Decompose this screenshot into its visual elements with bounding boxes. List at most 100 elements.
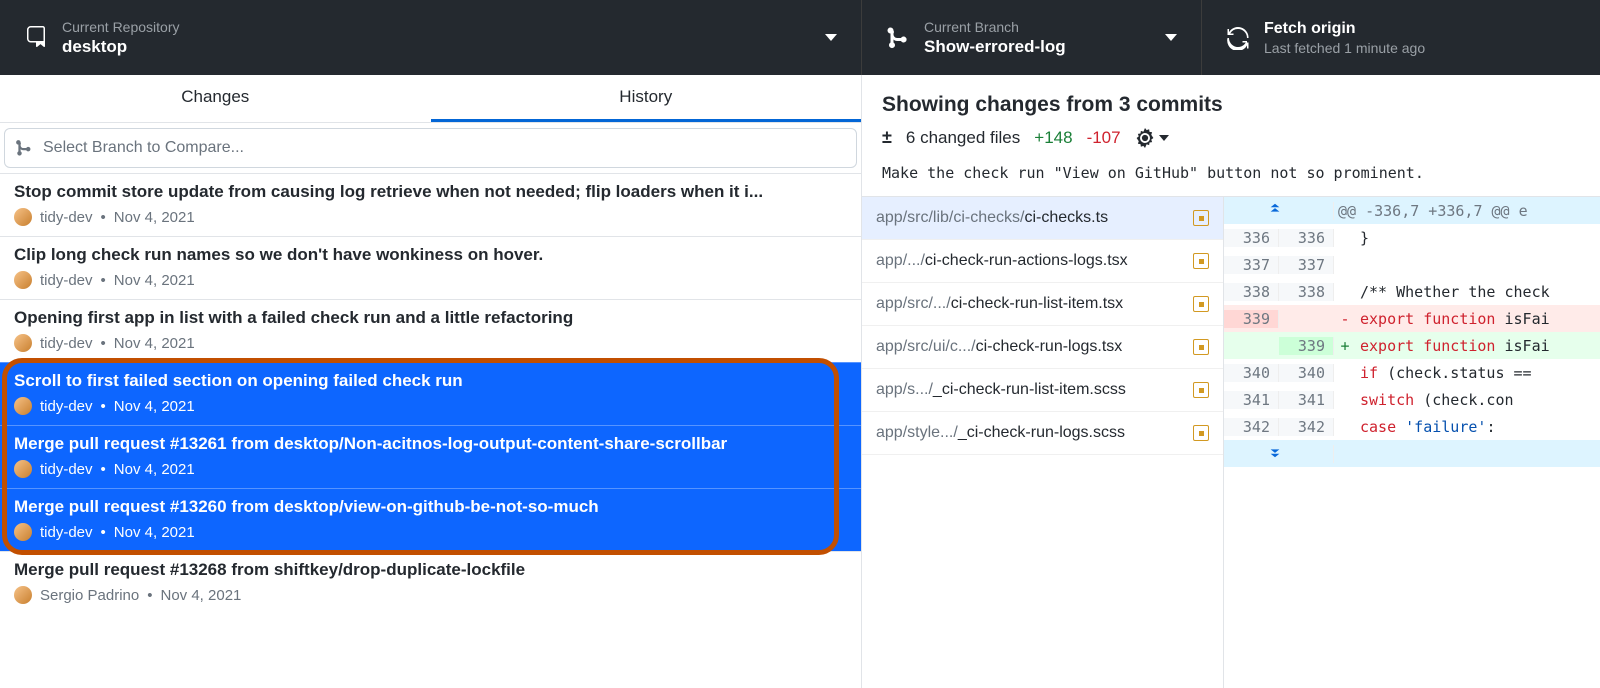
line-number: 340: [1279, 364, 1334, 382]
file-item[interactable]: app/src/.../ci-check-run-list-item.tsx: [862, 283, 1223, 326]
commit-item[interactable]: Merge pull request #13268 from shiftkey/…: [0, 551, 861, 614]
bullet: •: [147, 587, 152, 604]
diff-code: case 'failure':: [1356, 418, 1495, 436]
repo-label: Current Repository: [62, 19, 180, 35]
tab-changes[interactable]: Changes: [0, 75, 431, 122]
diff-line[interactable]: 338338 /** Whether the check: [1224, 278, 1600, 305]
commit-date: Nov 4, 2021: [114, 461, 195, 478]
commit-author: tidy-dev: [40, 461, 93, 478]
file-item[interactable]: app/style.../_ci-check-run-logs.scss: [862, 412, 1223, 455]
commit-meta: tidy-dev • Nov 4, 2021: [14, 397, 847, 415]
diff-line[interactable]: 339-export function isFai: [1224, 305, 1600, 332]
changed-files-count: 6 changed files: [906, 128, 1020, 148]
bullet: •: [101, 272, 106, 289]
commit-item[interactable]: Stop commit store update from causing lo…: [0, 173, 861, 236]
chevron-down-icon: [1165, 34, 1177, 41]
fetch-label: Fetch origin: [1264, 20, 1425, 38]
commit-item[interactable]: Clip long check run names so we don't ha…: [0, 236, 861, 299]
commit-title: Opening first app in list with a failed …: [14, 308, 847, 328]
avatar: [14, 271, 32, 289]
bullet: •: [101, 461, 106, 478]
bullet: •: [101, 398, 106, 415]
commit-date: Nov 4, 2021: [114, 272, 195, 289]
commit-date: Nov 4, 2021: [161, 587, 242, 604]
commit-item[interactable]: Merge pull request #13260 from desktop/v…: [0, 488, 861, 551]
diff-code: export function isFai: [1356, 337, 1550, 355]
commit-author: tidy-dev: [40, 209, 93, 226]
commit-list[interactable]: Stop commit store update from causing lo…: [0, 173, 861, 688]
branch-compare-input[interactable]: Select Branch to Compare...: [4, 128, 857, 168]
current-branch-dropdown[interactable]: Current Branch Show-errored-log: [862, 0, 1202, 75]
commit-meta: tidy-dev•Nov 4, 2021: [14, 334, 847, 352]
bullet: •: [101, 335, 106, 352]
commit-meta: Sergio Padrino•Nov 4, 2021: [14, 586, 847, 604]
modified-icon: [1193, 296, 1209, 312]
modified-icon: [1193, 339, 1209, 355]
right-panel: Showing changes from 3 commits ± 6 chang…: [862, 75, 1600, 688]
commit-date: Nov 4, 2021: [114, 398, 195, 415]
file-path: app/s.../_ci-check-run-list-item.scss: [876, 381, 1126, 399]
expand-down-row[interactable]: [1224, 440, 1600, 467]
chevron-down-icon: [825, 34, 837, 41]
commit-meta: tidy-dev•Nov 4, 2021: [14, 208, 847, 226]
file-item[interactable]: app/.../ci-check-run-actions-logs.tsx: [862, 240, 1223, 283]
line-number: 337: [1279, 256, 1334, 274]
diff-line[interactable]: 337337: [1224, 251, 1600, 278]
hunk-header[interactable]: @@ -336,7 +336,7 @@ e: [1224, 197, 1600, 224]
branch-label: Current Branch: [924, 19, 1066, 35]
commit-title: Merge pull request #13260 from desktop/v…: [14, 497, 847, 517]
commit-author: tidy-dev: [40, 398, 93, 415]
current-repository-dropdown[interactable]: Current Repository desktop: [0, 0, 862, 75]
branch-icon: [15, 139, 33, 157]
modified-icon: [1193, 210, 1209, 226]
diff-line[interactable]: 342342 case 'failure':: [1224, 413, 1600, 440]
plus-minus-icon: ±: [882, 127, 892, 148]
file-list: app/src/lib/ci-checks/ci-checks.ts app/..…: [862, 197, 1224, 688]
diff-line[interactable]: 340340 if (check.status ==: [1224, 359, 1600, 386]
gear-icon: [1135, 128, 1155, 148]
line-number: 339: [1224, 310, 1279, 328]
line-number: 336: [1224, 229, 1279, 247]
diff-view[interactable]: @@ -336,7 +336,7 @@ e336336 }33733733833…: [1224, 197, 1600, 688]
file-item[interactable]: app/src/lib/ci-checks/ci-checks.ts: [862, 197, 1223, 240]
avatar: [14, 208, 32, 226]
diff-line[interactable]: 341341 switch (check.con: [1224, 386, 1600, 413]
file-item[interactable]: app/s.../_ci-check-run-list-item.scss: [862, 369, 1223, 412]
expand-up-icon[interactable]: [1224, 202, 1334, 220]
fetch-origin-button[interactable]: Fetch origin Last fetched 1 minute ago: [1202, 0, 1600, 75]
toolbar: Current Repository desktop Current Branc…: [0, 0, 1600, 75]
additions-count: +148: [1034, 128, 1072, 148]
diff-sign: +: [1334, 337, 1356, 355]
changes-header: Showing changes from 3 commits ± 6 chang…: [862, 75, 1600, 160]
commit-author: tidy-dev: [40, 524, 93, 541]
avatar: [14, 397, 32, 415]
commit-date: Nov 4, 2021: [114, 524, 195, 541]
modified-icon: [1193, 382, 1209, 398]
line-number: 341: [1224, 391, 1279, 409]
diff-code: switch (check.con: [1356, 391, 1514, 409]
commit-date: Nov 4, 2021: [114, 209, 195, 226]
diff-area: app/src/lib/ci-checks/ci-checks.ts app/..…: [862, 196, 1600, 688]
line-number: 342: [1279, 418, 1334, 436]
tab-history[interactable]: History: [431, 75, 862, 122]
line-number: 337: [1224, 256, 1279, 274]
commit-title: Stop commit store update from causing lo…: [14, 182, 847, 202]
commit-title: Scroll to first failed section on openin…: [14, 371, 847, 391]
branch-icon: [886, 26, 910, 50]
commit-author: tidy-dev: [40, 335, 93, 352]
commit-title: Clip long check run names so we don't ha…: [14, 245, 847, 265]
tabs: Changes History: [0, 75, 861, 123]
fetch-sub: Last fetched 1 minute ago: [1264, 40, 1425, 56]
commit-item[interactable]: Scroll to first failed section on openin…: [0, 362, 861, 425]
expand-down-icon[interactable]: [1224, 445, 1334, 463]
left-panel: Changes History Select Branch to Compare…: [0, 75, 862, 688]
diff-settings-button[interactable]: [1135, 128, 1169, 148]
commit-item[interactable]: Opening first app in list with a failed …: [0, 299, 861, 362]
avatar: [14, 460, 32, 478]
file-path: app/style.../_ci-check-run-logs.scss: [876, 424, 1125, 442]
diff-line[interactable]: 336336 }: [1224, 224, 1600, 251]
diff-line[interactable]: 339+export function isFai: [1224, 332, 1600, 359]
file-path: app/src/lib/ci-checks/ci-checks.ts: [876, 209, 1108, 227]
commit-item[interactable]: Merge pull request #13261 from desktop/N…: [0, 425, 861, 488]
file-item[interactable]: app/src/ui/c.../ci-check-run-logs.tsx: [862, 326, 1223, 369]
